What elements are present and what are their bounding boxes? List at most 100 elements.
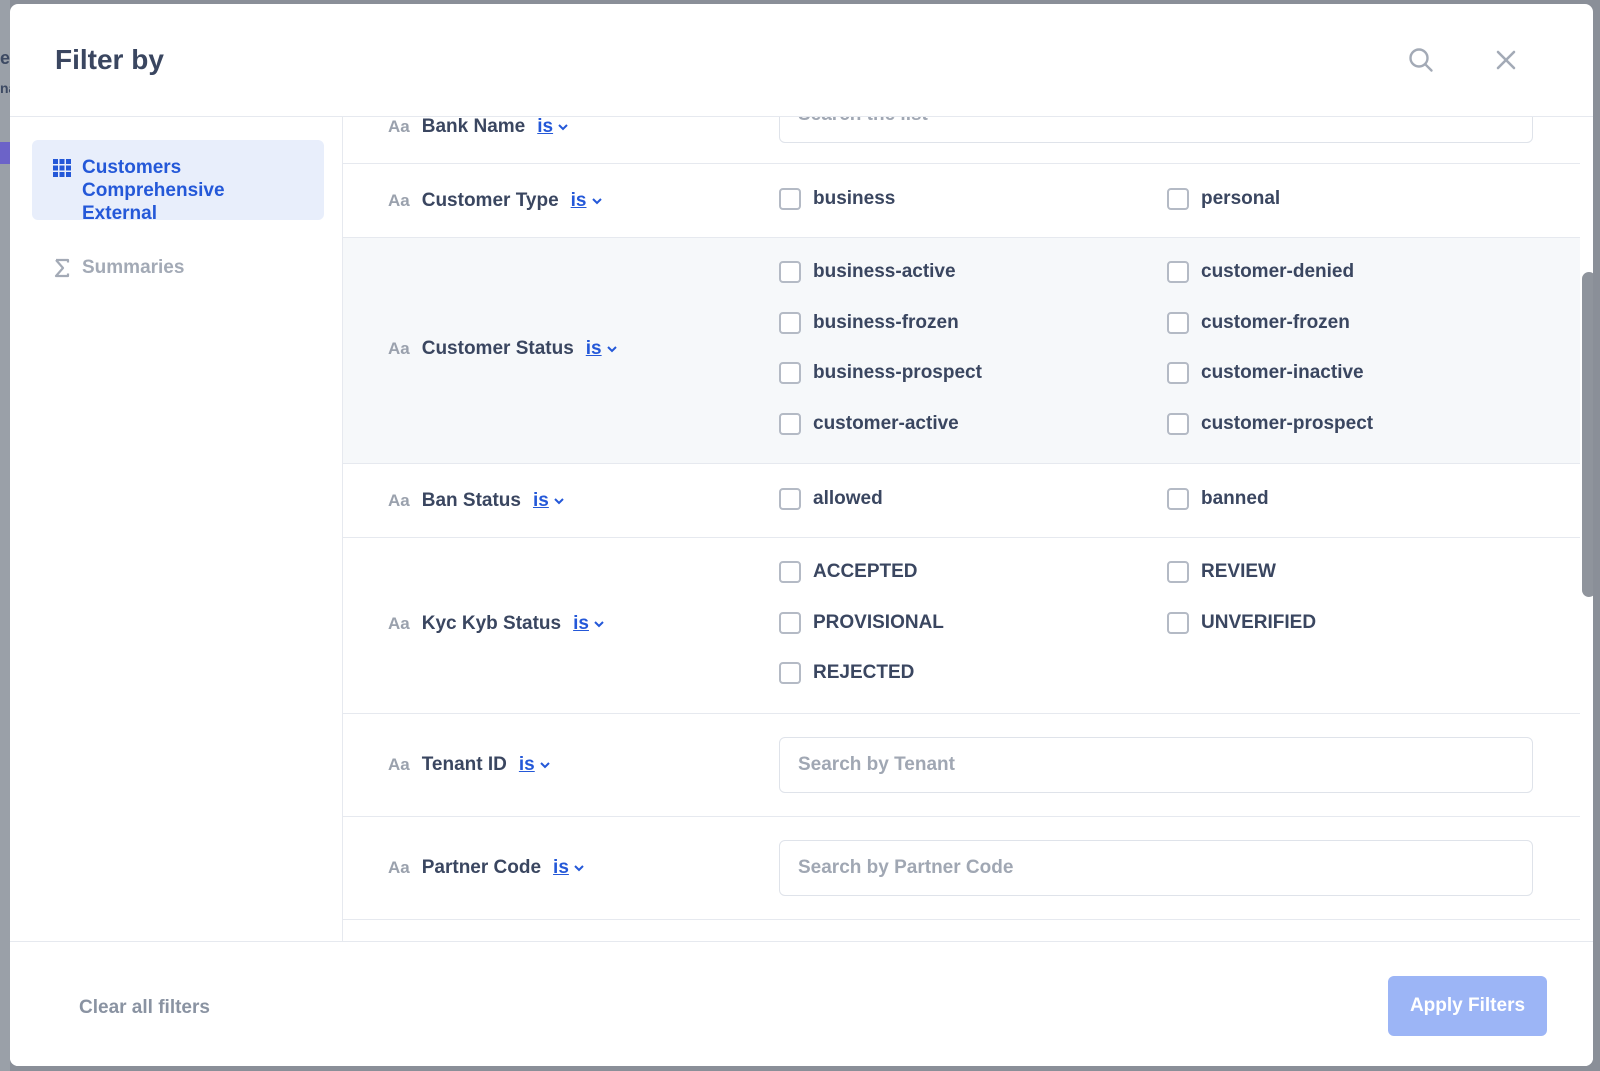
apply-filters-button[interactable]: Apply Filters bbox=[1388, 976, 1547, 1036]
text-type-tag: Aa bbox=[388, 339, 410, 358]
field-name: Customer Status bbox=[421, 338, 574, 359]
option-label: customer-prospect bbox=[1201, 413, 1374, 434]
sidebar-item-label: Summaries bbox=[82, 257, 185, 278]
option-label: UNVERIFIED bbox=[1201, 612, 1317, 633]
checkbox-option[interactable]: business-prospect bbox=[779, 361, 982, 385]
option-label: business-active bbox=[813, 261, 956, 282]
field-label: Aa Ban Status is bbox=[388, 489, 565, 513]
option-label: banned bbox=[1201, 488, 1269, 509]
checkbox-option[interactable]: UNVERIFIED bbox=[1167, 611, 1316, 635]
bank-name-search-input[interactable] bbox=[779, 117, 1533, 143]
field-label: Aa Partner Code is bbox=[388, 856, 585, 880]
checkbox-option[interactable]: business-frozen bbox=[779, 311, 959, 335]
checkbox-option[interactable]: REJECTED bbox=[779, 661, 914, 685]
scrollbar[interactable] bbox=[1580, 117, 1593, 941]
checkbox[interactable] bbox=[1167, 561, 1189, 583]
text-type-tag: Aa bbox=[388, 614, 410, 633]
checkbox[interactable] bbox=[779, 662, 801, 684]
checkbox[interactable] bbox=[1167, 362, 1189, 384]
checkbox-option[interactable]: customer-denied bbox=[1167, 260, 1354, 284]
field-label: Aa Bank Name is bbox=[388, 117, 569, 139]
checkbox[interactable] bbox=[779, 188, 801, 210]
checkbox[interactable] bbox=[779, 312, 801, 334]
filter-row-tenant-id: Aa Tenant ID is bbox=[343, 714, 1580, 817]
sidebar-item-customers-comprehensive-external[interactable]: Customers Comprehensive External bbox=[32, 140, 324, 224]
operator-dropdown[interactable]: is bbox=[553, 857, 585, 879]
operator-label: is bbox=[585, 338, 602, 359]
chevron-down-icon bbox=[591, 198, 602, 205]
field-name: Ban Status bbox=[421, 490, 521, 511]
filter-row-ban-status: Aa Ban Status is allowed banned bbox=[343, 464, 1580, 538]
checkbox[interactable] bbox=[1167, 261, 1189, 283]
checkbox[interactable] bbox=[779, 362, 801, 384]
filter-row-partner-code: Aa Partner Code is bbox=[343, 817, 1580, 920]
chevron-down-icon bbox=[606, 346, 617, 353]
checkbox-option[interactable]: business bbox=[779, 187, 895, 211]
clear-all-filters-link[interactable]: Clear all filters bbox=[79, 997, 210, 1019]
checkbox[interactable] bbox=[779, 261, 801, 283]
operator-dropdown[interactable]: is bbox=[537, 117, 569, 138]
option-label: ACCEPTED bbox=[813, 561, 918, 582]
checkbox[interactable] bbox=[779, 561, 801, 583]
text-type-tag: Aa bbox=[388, 191, 410, 210]
checkbox-option[interactable]: allowed bbox=[779, 487, 883, 511]
checkbox-option[interactable]: customer-inactive bbox=[1167, 361, 1364, 385]
checkbox-option[interactable]: business-active bbox=[779, 260, 956, 284]
option-label: business-frozen bbox=[813, 312, 959, 333]
operator-dropdown[interactable]: is bbox=[586, 338, 618, 360]
chevron-down-icon bbox=[574, 865, 584, 872]
checkbox-option[interactable]: customer-active bbox=[779, 412, 959, 436]
modal-header: Filter by bbox=[10, 4, 1593, 117]
sidebar-item-summaries[interactable]: Summaries bbox=[32, 240, 324, 288]
tenant-id-search-input[interactable] bbox=[779, 737, 1533, 793]
scrollbar-thumb[interactable] bbox=[1582, 272, 1593, 597]
modal-title: Filter by bbox=[55, 44, 164, 75]
checkbox[interactable] bbox=[1167, 612, 1189, 634]
chevron-down-icon bbox=[554, 498, 564, 505]
checkbox[interactable] bbox=[1167, 488, 1189, 510]
checkbox-option[interactable]: customer-frozen bbox=[1167, 311, 1350, 335]
option-label: business-prospect bbox=[813, 362, 982, 383]
filter-row-customer-status: Aa Customer Status is business-active cu… bbox=[343, 238, 1580, 464]
operator-dropdown[interactable]: is bbox=[533, 490, 565, 512]
checkbox-option[interactable]: personal bbox=[1167, 187, 1280, 211]
field-name: Bank Name bbox=[421, 117, 526, 137]
option-label: customer-denied bbox=[1201, 261, 1355, 282]
checkbox-option[interactable]: customer-prospect bbox=[1167, 412, 1373, 436]
field-label: Aa Kyc Kyb Status is bbox=[388, 612, 605, 636]
field-label: Aa Customer Type is bbox=[388, 189, 603, 213]
operator-label: is bbox=[537, 117, 554, 137]
operator-dropdown[interactable]: is bbox=[573, 613, 605, 635]
sidebar-item-label: Customers Comprehensive External bbox=[82, 157, 225, 224]
operator-label: is bbox=[570, 190, 587, 211]
option-label: customer-active bbox=[813, 413, 959, 434]
checkbox[interactable] bbox=[779, 612, 801, 634]
partner-code-search-input[interactable] bbox=[779, 840, 1533, 896]
field-name: Partner Code bbox=[421, 857, 542, 878]
backdrop-text: e bbox=[0, 48, 11, 68]
checkbox[interactable] bbox=[779, 413, 801, 435]
checkbox[interactable] bbox=[1167, 188, 1189, 210]
checkbox[interactable] bbox=[1167, 413, 1189, 435]
checkbox-option[interactable]: REVIEW bbox=[1167, 560, 1276, 584]
checkbox-option[interactable]: ACCEPTED bbox=[779, 560, 918, 584]
option-label: allowed bbox=[813, 488, 883, 509]
option-label: personal bbox=[1201, 188, 1281, 209]
chevron-down-icon bbox=[540, 762, 550, 769]
operator-dropdown[interactable]: is bbox=[571, 190, 603, 212]
search-icon[interactable] bbox=[1407, 46, 1435, 74]
sigma-icon bbox=[52, 258, 72, 278]
checkbox-option[interactable]: banned bbox=[1167, 487, 1269, 511]
backdrop-badge bbox=[0, 142, 10, 164]
field-label: Aa Customer Status is bbox=[388, 337, 618, 361]
operator-label: is bbox=[573, 613, 589, 634]
checkbox[interactable] bbox=[1167, 312, 1189, 334]
operator-dropdown[interactable]: is bbox=[519, 754, 551, 776]
text-type-tag: Aa bbox=[388, 755, 410, 774]
operator-label: is bbox=[532, 490, 549, 511]
filter-list: Aa Bank Name is Aa Customer Type is busi… bbox=[342, 117, 1580, 941]
close-icon[interactable] bbox=[1492, 46, 1520, 74]
checkbox[interactable] bbox=[779, 488, 801, 510]
checkbox-option[interactable]: PROVISIONAL bbox=[779, 611, 944, 635]
table-grid-icon bbox=[52, 158, 72, 178]
